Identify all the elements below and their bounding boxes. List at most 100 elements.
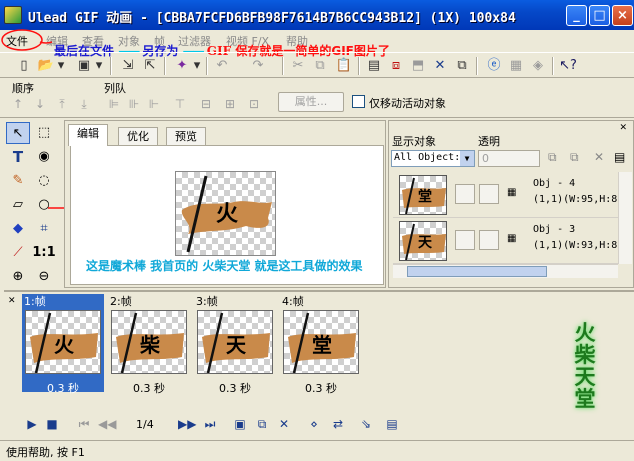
- frame-label: 1:帧: [24, 295, 46, 308]
- frame-props-icon[interactable]: ▤: [364, 56, 384, 76]
- text-tool-icon[interactable]: T: [6, 146, 30, 168]
- frame-item[interactable]: 1:帧 火 0.3 秒: [22, 294, 104, 395]
- play-icon[interactable]: ▶: [24, 416, 40, 432]
- pick-tool-icon[interactable]: ↖: [6, 122, 30, 144]
- opacity-field[interactable]: 0: [478, 150, 540, 167]
- object-lock-box[interactable]: [479, 184, 499, 204]
- object-visibility-box[interactable]: [455, 230, 475, 250]
- wizard-icon[interactable]: ✦: [172, 56, 192, 76]
- properties-button[interactable]: 属性...: [278, 92, 344, 112]
- align-distribute-icon[interactable]: ⊡: [246, 96, 262, 112]
- add-frame-icon[interactable]: ⧈: [386, 56, 406, 76]
- zoom-in-icon[interactable]: ⊕: [6, 266, 30, 288]
- object-vertical-scrollbar[interactable]: [618, 172, 632, 264]
- duplicate-icon[interactable]: ⧉: [452, 56, 472, 76]
- delete-frame-bottom-icon[interactable]: ✕: [276, 416, 292, 432]
- add-frame-bottom-icon[interactable]: ▣: [232, 416, 248, 432]
- align-center-icon[interactable]: ⊪: [126, 96, 142, 112]
- frame-item[interactable]: 3:帧 天 0.3 秒: [194, 294, 276, 395]
- frame-item[interactable]: 2:帧 柴 0.3 秒: [108, 294, 190, 395]
- import-icon[interactable]: ⇲: [118, 56, 138, 76]
- add-image-icon[interactable]: ⬒: [408, 56, 428, 76]
- new-icon[interactable]: ▯: [14, 56, 34, 76]
- delete-frame-icon[interactable]: ✕: [430, 56, 450, 76]
- minimize-button[interactable]: _: [566, 5, 587, 26]
- tab-optimize[interactable]: 优化: [118, 127, 158, 146]
- align-right-icon[interactable]: ⊩: [146, 96, 162, 112]
- export-icon[interactable]: ⇱: [140, 56, 160, 76]
- maximize-button[interactable]: □: [589, 5, 610, 26]
- move-active-only-checkbox[interactable]: [352, 95, 365, 108]
- open-icon[interactable]: 📂: [36, 56, 56, 76]
- eyedropper-icon[interactable]: ⟋: [6, 242, 30, 264]
- panel-close-icon[interactable]: ✕: [619, 123, 627, 133]
- help-icon[interactable]: ↖?: [558, 56, 578, 76]
- lasso-tool-icon[interactable]: ◌: [32, 170, 56, 192]
- copy-icon[interactable]: ⧉: [310, 56, 330, 76]
- frame-panel-close-icon[interactable]: ✕: [8, 296, 16, 306]
- duplicate-frame-icon[interactable]: ⧉: [254, 416, 270, 432]
- frame-delay: 0.3 秒: [47, 382, 79, 395]
- paste-icon[interactable]: 📋: [334, 56, 354, 76]
- object-duplicate-icon[interactable]: ⧉: [570, 150, 579, 165]
- tween-icon[interactable]: ⋄: [306, 416, 322, 432]
- prev-frame-icon[interactable]: ◀◀: [98, 416, 116, 432]
- fill-tool-icon[interactable]: ◆: [6, 218, 30, 240]
- first-frame-icon[interactable]: ⏮: [76, 416, 92, 432]
- object-delete-icon[interactable]: ✕: [594, 150, 604, 164]
- move-active-only-label: 仅移动活动对象: [369, 97, 446, 110]
- title-bar: Ulead GIF 动画 - [CBBA7FCFD6BFB98F7614B7B6…: [0, 0, 634, 30]
- frame-tool-icon[interactable]: ▦: [506, 56, 526, 76]
- canvas-glyph: 火: [216, 201, 239, 227]
- object-lock-box[interactable]: [479, 230, 499, 250]
- bring-to-front-icon[interactable]: ⤒: [54, 96, 70, 112]
- tab-preview[interactable]: 预览: [166, 127, 206, 146]
- browser-preview-icon[interactable]: ⓔ: [484, 56, 504, 76]
- reverse-icon[interactable]: ⇄: [330, 416, 346, 432]
- file-menu-highlight: [1, 29, 53, 51]
- open-dropdown-icon[interactable]: ▾: [56, 56, 66, 76]
- object-copy-icon[interactable]: ⧉: [548, 150, 557, 165]
- display-objects-value: All Object:: [394, 152, 461, 163]
- tab-edit[interactable]: 编辑: [68, 124, 108, 146]
- app-icon: [4, 6, 22, 24]
- stop-icon[interactable]: ■: [44, 416, 60, 432]
- frame-settings-icon[interactable]: ▤: [384, 416, 400, 432]
- annotation-middle: 这是魔术棒 我首页的 火柴天堂 就是这工具做的效果: [86, 259, 363, 273]
- object-tool-icon[interactable]: ◈: [528, 56, 548, 76]
- frame-delay: 0.3 秒: [305, 382, 337, 395]
- last-frame-icon[interactable]: ⏭: [202, 416, 218, 432]
- close-button[interactable]: ×: [612, 5, 633, 26]
- bring-forward-icon[interactable]: ↑: [10, 96, 26, 112]
- display-objects-select[interactable]: All Object: ▼: [391, 150, 475, 167]
- object-row[interactable]: 天 ▦ Obj - 3 (1,1)(W:93,H:8: [393, 218, 618, 264]
- frame-item[interactable]: 4:帧 堂 0.3 秒: [280, 294, 362, 395]
- frame-label: 2:帧: [110, 295, 132, 308]
- send-to-back-icon[interactable]: ⤓: [76, 96, 92, 112]
- frame-thumbnail: 火: [25, 310, 101, 374]
- object-horizontal-scrollbar[interactable]: [393, 264, 618, 278]
- send-backward-icon[interactable]: ↓: [32, 96, 48, 112]
- object-visibility-box[interactable]: [455, 184, 475, 204]
- save-dropdown-icon[interactable]: ▾: [94, 56, 104, 76]
- undo-icon[interactable]: ↶: [212, 56, 232, 76]
- next-frame-icon[interactable]: ▶▶: [178, 416, 196, 432]
- frame-props-bottom-icon[interactable]: ⇘: [358, 416, 374, 432]
- cut-icon[interactable]: ✂: [288, 56, 308, 76]
- align-middle-icon[interactable]: ⊟: [198, 96, 214, 112]
- brush-tool-icon[interactable]: ✎: [6, 170, 30, 192]
- align-top-icon[interactable]: ⊤: [172, 96, 188, 112]
- eraser-tool-icon[interactable]: ▱: [6, 194, 30, 216]
- canvas-image[interactable]: 火: [175, 171, 276, 256]
- marquee-tool-icon[interactable]: ⬚: [32, 122, 56, 144]
- frame-delay: 0.3 秒: [133, 382, 165, 395]
- save-icon[interactable]: ▣: [74, 56, 94, 76]
- object-props-icon[interactable]: ▤: [614, 150, 625, 164]
- redo-icon[interactable]: ↷: [248, 56, 268, 76]
- object-row[interactable]: 堂 ▦ Obj - 4 (1,1)(W:95,H:8: [393, 172, 618, 218]
- align-bottom-icon[interactable]: ⊞: [222, 96, 238, 112]
- eye-tool-icon[interactable]: ◉: [32, 146, 56, 168]
- status-bar: 使用帮助, 按 F1: [0, 440, 634, 461]
- align-left-icon[interactable]: ⊫: [106, 96, 122, 112]
- wizard-dropdown-icon[interactable]: ▾: [192, 56, 202, 76]
